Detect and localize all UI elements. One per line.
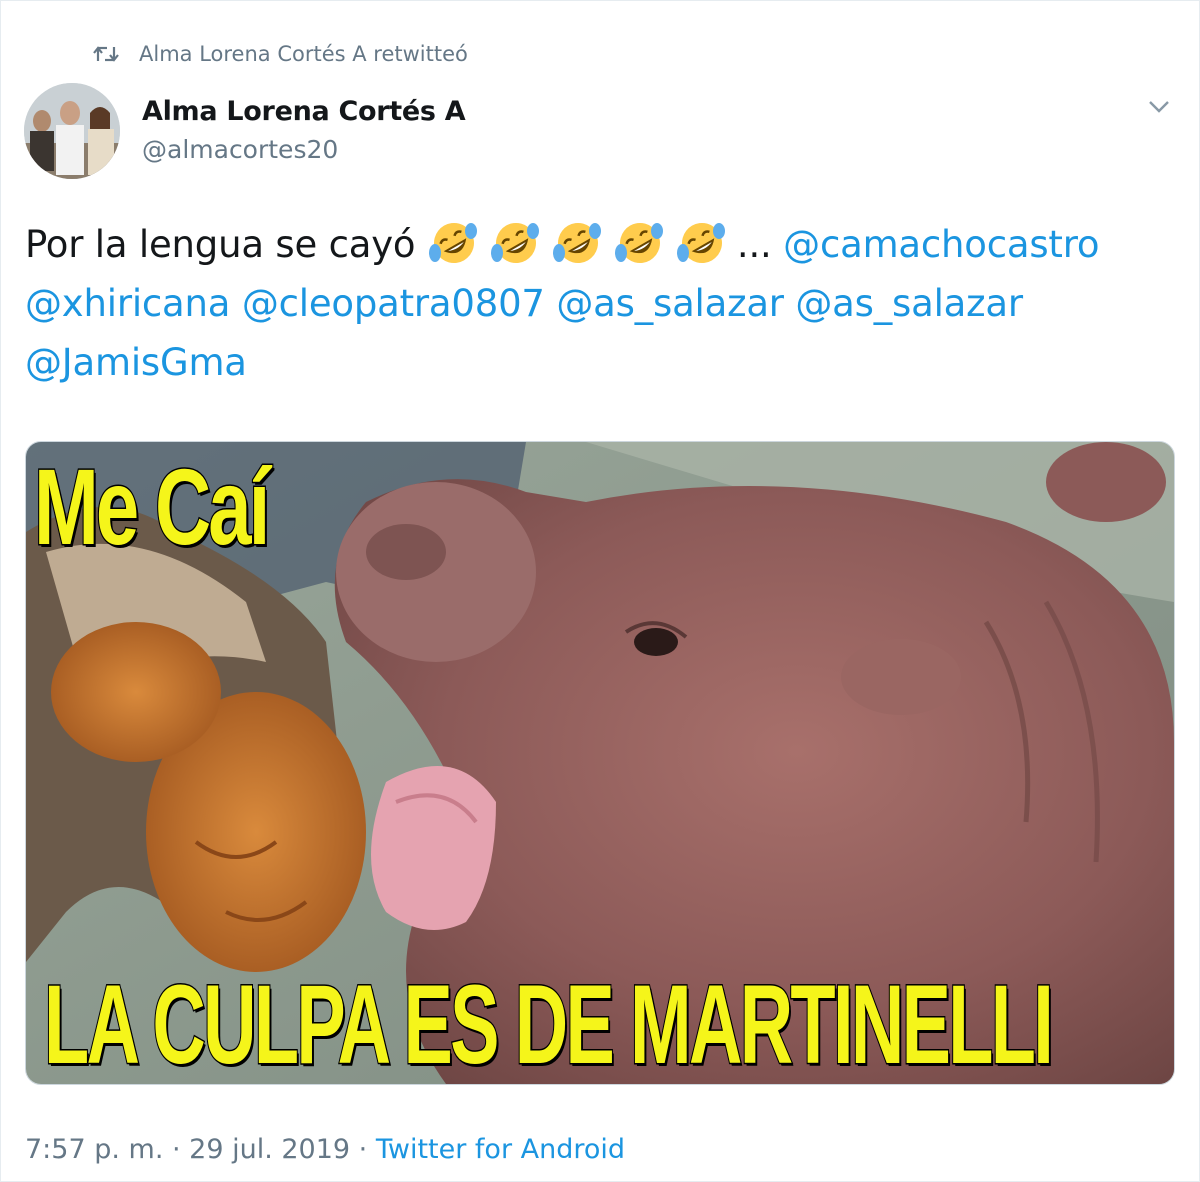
rofl-emoji-icon (490, 223, 539, 263)
mention-link[interactable]: @cleopatra0807 (242, 282, 545, 325)
tweet-meta: 7:57 p. m. · 29 jul. 2019 · Twitter for … (25, 1134, 625, 1165)
tweet-time[interactable]: 7:57 p. m. (25, 1134, 163, 1165)
tweet-source-link[interactable]: Twitter for Android (376, 1134, 625, 1165)
retweet-context: Alma Lorena Cortés A retwitteó (93, 37, 468, 71)
mention-link[interactable]: @xhiricana (25, 282, 230, 325)
meme-image[interactable]: Me Caí LA CULPA ES DE MARTINELLI (25, 441, 1175, 1085)
author-name[interactable]: Alma Lorena Cortés A (142, 96, 466, 127)
rofl-emoji-icon (428, 223, 477, 263)
tweet-card: Alma Lorena Cortés A retwitteó Alma Lore… (0, 0, 1200, 1182)
retweet-icon (93, 46, 119, 62)
mention-link[interactable]: @as_salazar (795, 282, 1023, 325)
tweet-ellipsis: ... (736, 223, 784, 266)
meme-top-text: Me Caí (33, 445, 271, 569)
tweet-text: Por la lengua se cayó ... @camachocastro… (25, 215, 1185, 392)
rofl-emoji-icon (614, 223, 663, 263)
mention-link[interactable]: @as_salazar (556, 282, 784, 325)
chevron-down-icon[interactable] (1147, 97, 1171, 117)
tweet-prefix: Por la lengua se cayó (25, 223, 427, 266)
tweet-date[interactable]: 29 jul. 2019 (189, 1134, 350, 1165)
mention-link[interactable]: @camachocastro (783, 223, 1099, 266)
emoji-row (427, 223, 737, 266)
mention-link[interactable]: @JamisGma (25, 341, 247, 384)
meta-separator: · (350, 1134, 376, 1165)
meme-bottom-text: LA CULPA ES DE MARTINELLI (43, 961, 1055, 1085)
rofl-emoji-icon (552, 223, 601, 263)
author-handle[interactable]: @almacortes20 (142, 135, 338, 164)
avatar[interactable] (24, 83, 120, 179)
meta-separator: · (163, 1134, 190, 1165)
retweet-label: Alma Lorena Cortés A retwitteó (139, 42, 468, 66)
rofl-emoji-icon (676, 223, 725, 263)
